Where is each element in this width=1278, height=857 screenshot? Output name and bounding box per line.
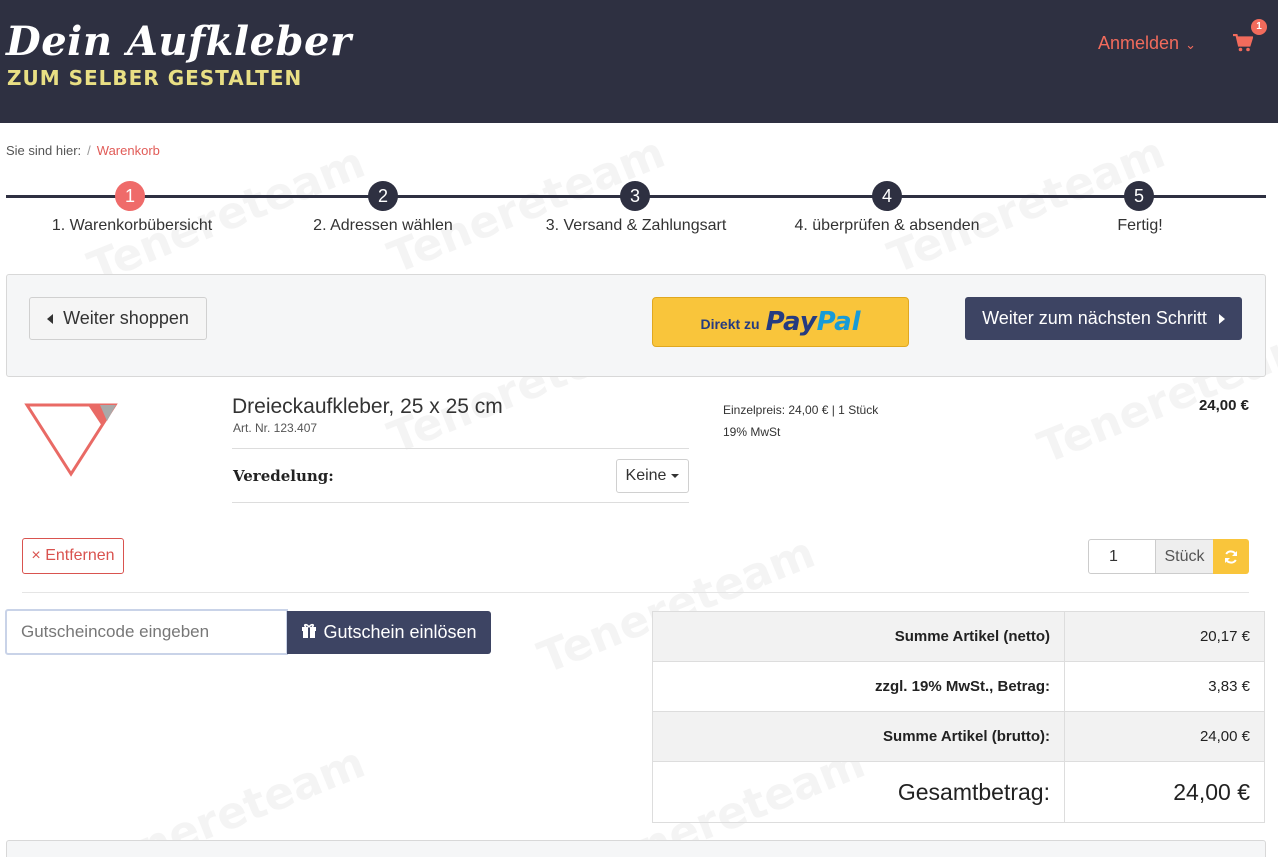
cart-icon[interactable] [1233,33,1255,54]
totals-value: 3,83 € [1064,661,1265,712]
totals-label: Summe Artikel (brutto): [652,711,1065,762]
finishing-selected-value: Keine [625,467,667,484]
coupon-code-input[interactable] [5,609,288,655]
remove-item-button[interactable]: × Entfernen [22,538,124,574]
product-article-number: Art. Nr. 123.407 [233,421,318,435]
caret-down-icon [671,474,680,478]
grand-total-label: Gesamtbetrag: [652,761,1065,823]
breadcrumb-current[interactable]: Warenkorb [97,143,160,158]
totals-row: Summe Artikel (brutto): 24,00 € [652,711,1265,762]
price-info: Einzelpreis: 24,00 € | 1 Stück 19% MwSt [723,399,878,443]
totals-row: zzgl. 19% MwSt., Betrag: 3,83 € [652,661,1265,712]
watermark: Tenereteam [81,137,372,294]
line-total-price: 24,00 € [1198,397,1249,414]
redeem-coupon-label: Gutschein einlösen [323,622,477,642]
vat-info: 19% MwSt [723,425,781,439]
chevron-down-icon: ⌄ [1185,37,1196,52]
gift-icon [301,622,317,643]
finishing-dropdown[interactable]: Keine [616,459,689,493]
step-1-circle: 1 [115,181,145,211]
redeem-coupon-button[interactable]: Gutschein einlösen [287,611,491,654]
step-3-circle: 3 [620,181,650,211]
paypal-prefix: Direkt zu [700,316,760,332]
paypal-logo-pal: Pal [816,307,861,337]
bottom-action-bar [6,840,1266,857]
unit-price: Einzelpreis: 24,00 € | 1 Stück [723,403,879,417]
caret-right-icon [1218,313,1225,324]
paypal-logo-pay: Pay [765,307,817,337]
login-menu[interactable]: Anmelden ⌄ [1098,33,1196,54]
caret-left-icon [47,313,54,324]
breadcrumb-separator: / [87,143,91,158]
step-5-label: Fertig! [1117,217,1163,234]
next-step-label: Weiter zum nächsten Schritt [982,308,1207,328]
step-4-label: 4. überprüfen & absenden [794,217,980,234]
step-4-circle: 4 [872,181,902,211]
step-3-label: 3. Versand & Zahlungsart [545,217,727,234]
finishing-label: Veredelung: [233,467,334,485]
continue-shopping-label: Weiter shoppen [63,308,189,328]
step-1-label: 1. Warenkorbübersicht [51,217,213,234]
quantity-input[interactable] [1088,539,1156,574]
divider [232,502,689,503]
next-step-button[interactable]: Weiter zum nächsten Schritt [965,297,1242,340]
product-title[interactable]: Dreieckaufkleber, 25 x 25 cm [232,395,503,419]
grand-total-value: 24,00 € [1064,761,1265,823]
logo-title[interactable]: Dein Aufkleber [6,18,352,65]
login-label: Anmelden [1098,33,1180,53]
step-5-circle: 5 [1124,181,1154,211]
product-thumbnail[interactable] [22,402,122,480]
totals-value: 20,17 € [1064,611,1265,662]
totals-row: Summe Artikel (netto) 20,17 € [652,611,1265,662]
totals-label: zzgl. 19% MwSt., Betrag: [652,661,1065,712]
refresh-icon[interactable] [1213,539,1249,574]
step-2-label: 2. Adressen wählen [313,217,453,234]
order-totals-table: Summe Artikel (netto) 20,17 € zzgl. 19% … [652,611,1265,823]
breadcrumb-prefix: Sie sind hier: [6,143,82,158]
site-header: Dein Aufkleber ZUM SELBER GESTALTEN Anme… [0,0,1278,123]
paypal-express-button[interactable]: Direkt zu Pay Pal [652,297,909,347]
watermark: Tenereteam [81,737,372,857]
totals-value: 24,00 € [1064,711,1265,762]
step-2-circle: 2 [368,181,398,211]
logo-subtitle[interactable]: ZUM SELBER GESTALTEN [7,66,302,90]
breadcrumb: Sie sind hier: / Warenkorb [6,143,160,158]
grand-total-row: Gesamtbetrag: 24,00 € [652,761,1265,823]
continue-shopping-button[interactable]: Weiter shoppen [29,297,207,340]
cart-count-badge: 1 [1251,19,1267,35]
divider [232,448,689,449]
divider [22,592,1249,593]
quantity-unit: Stück [1155,539,1214,574]
totals-label: Summe Artikel (netto) [652,611,1065,662]
